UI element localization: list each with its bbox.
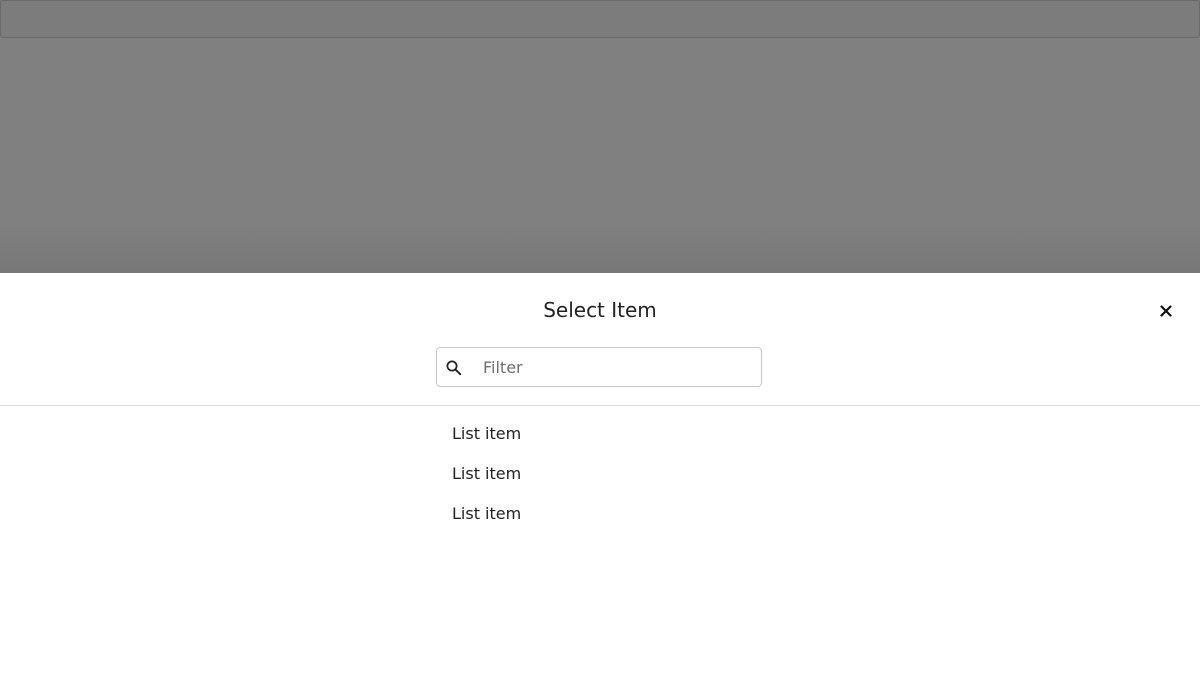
select-item-sheet: Select Item List item List item List ite… <box>0 273 1200 682</box>
page: Select Item List item List item List ite… <box>0 0 1200 682</box>
filter-input[interactable] <box>483 348 753 386</box>
close-icon <box>1160 305 1172 317</box>
filter-field[interactable] <box>436 347 762 387</box>
sheet-title: Select Item <box>543 298 657 322</box>
sheet-header: Select Item <box>0 273 1200 406</box>
item-list: List item List item List item <box>452 420 521 540</box>
modal-backdrop[interactable] <box>0 38 1200 273</box>
top-toolbar <box>0 0 1200 38</box>
search-icon <box>446 360 462 376</box>
close-button[interactable] <box>1154 299 1178 323</box>
list-item[interactable]: List item <box>452 420 521 460</box>
list-item[interactable]: List item <box>452 460 521 500</box>
list-item[interactable]: List item <box>452 500 521 540</box>
